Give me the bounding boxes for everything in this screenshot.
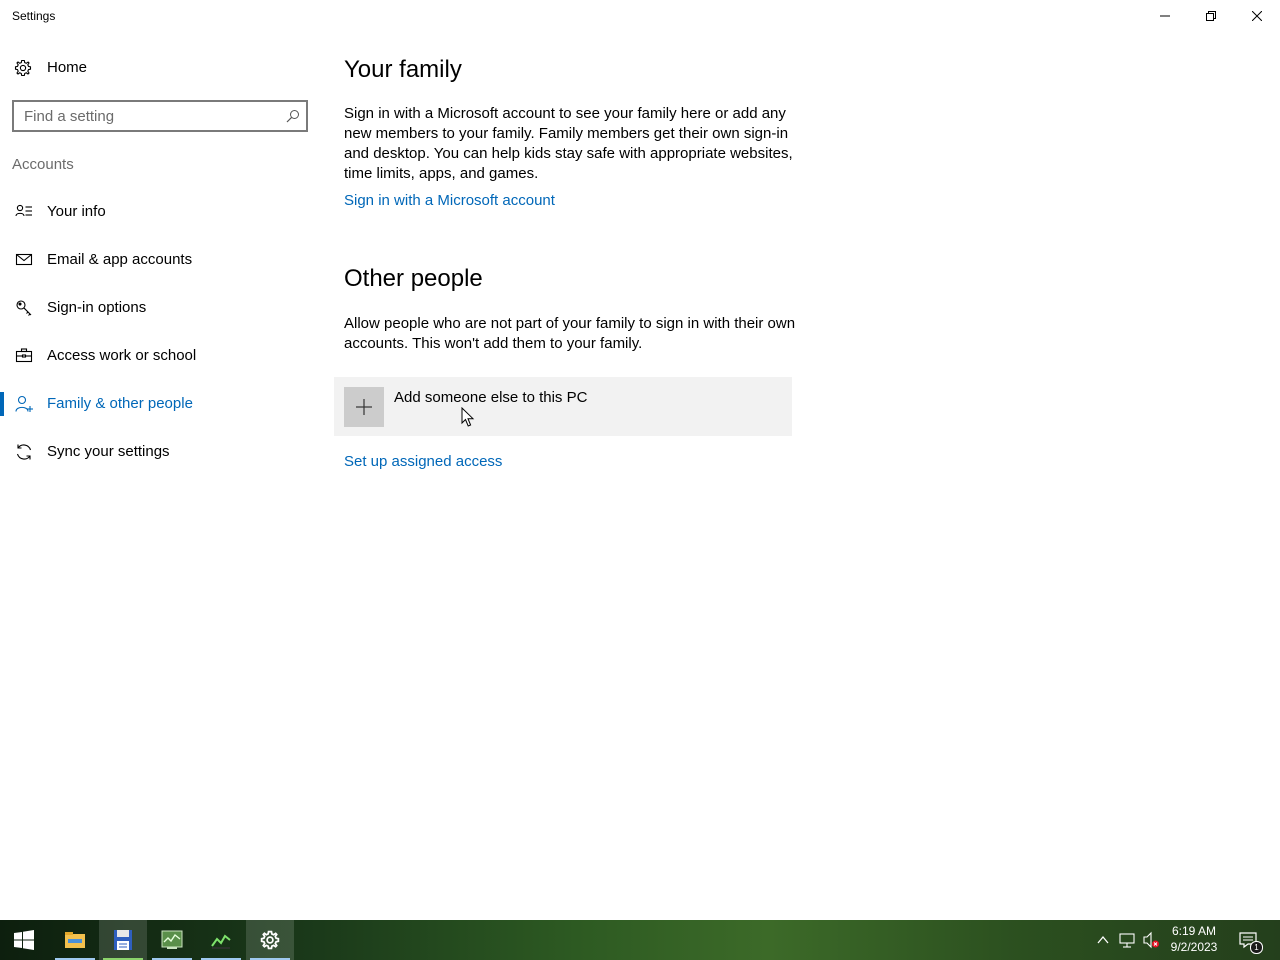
- restore-icon: [1206, 11, 1216, 21]
- gear-icon: [14, 59, 32, 77]
- other-people-title: Other people: [344, 265, 483, 292]
- your-family-title: Your family: [344, 56, 462, 83]
- sidebar-item-label: Sync your settings: [47, 443, 170, 460]
- search-box[interactable]: [12, 100, 308, 132]
- sidebar: Home Accounts Your info: [0, 32, 320, 920]
- window-title: Settings: [12, 9, 56, 23]
- clock-time: 6:19 AM: [1171, 924, 1217, 938]
- close-icon: [1252, 11, 1262, 21]
- notification-count-badge: 1: [1250, 941, 1263, 954]
- minimize-button[interactable]: [1142, 0, 1188, 32]
- set-up-assigned-access-link[interactable]: Set up assigned access: [344, 453, 502, 470]
- your-family-description: Sign in with a Microsoft account to see …: [344, 105, 793, 182]
- task-manager-icon: [161, 930, 183, 949]
- other-people-description: Allow people who are not part of your fa…: [344, 315, 796, 352]
- plus-icon: [356, 399, 372, 415]
- settings-window: Settings Home Find a setting Accounts Yo…: [0, 0, 1280, 920]
- chevron-up-icon[interactable]: [1094, 931, 1112, 949]
- network-icon[interactable]: [1118, 931, 1136, 949]
- selection-indicator: [0, 392, 4, 416]
- sync-icon: [16, 444, 32, 460]
- add-someone-button[interactable]: Add someone else to this PC: [334, 377, 792, 436]
- briefcase-icon: [15, 348, 33, 363]
- search-icon[interactable]: [286, 109, 300, 123]
- home-nav-item[interactable]: Home: [0, 52, 320, 84]
- start-icon: [14, 930, 34, 950]
- home-label: Home: [47, 59, 88, 76]
- close-button[interactable]: [1234, 0, 1280, 32]
- add-someone-label: Add someone else to this PC: [394, 389, 588, 406]
- taskbar-chart-app[interactable]: [197, 920, 245, 960]
- sign-in-microsoft-link[interactable]: Sign in with a Microsoft account: [344, 192, 555, 209]
- person-add-icon: [15, 395, 33, 412]
- taskbar-clock[interactable]: 6:19 AM 9/2/2023: [1164, 923, 1224, 955]
- sidebar-item-family-other-people[interactable]: Family & other people: [0, 384, 320, 424]
- sidebar-item-label: Your info: [47, 203, 106, 220]
- sidebar-item-label: Email & app accounts: [47, 251, 193, 268]
- sidebar-item-your-info[interactable]: Your info: [0, 192, 320, 232]
- volume-muted-icon[interactable]: [1142, 931, 1160, 949]
- taskbar-save-app[interactable]: [99, 920, 147, 960]
- sidebar-item-email-app-accounts[interactable]: Email & app accounts: [0, 240, 320, 280]
- key-icon: [16, 300, 32, 316]
- chart-app-icon: [211, 934, 231, 949]
- sidebar-item-access-work-school[interactable]: Access work or school: [0, 336, 320, 376]
- sidebar-item-sign-in-options[interactable]: Sign-in options: [0, 288, 320, 328]
- taskbar-task-manager[interactable]: [148, 920, 196, 960]
- file-explorer-icon: [65, 932, 85, 948]
- action-center-button[interactable]: 1: [1238, 930, 1263, 954]
- plus-tile: [344, 387, 384, 427]
- minimize-icon: [1160, 15, 1170, 17]
- title-bar: Settings: [0, 0, 1280, 32]
- taskbar-file-explorer[interactable]: [51, 920, 99, 960]
- save-disk-icon: [114, 930, 132, 950]
- taskbar-settings[interactable]: [246, 920, 294, 960]
- user-card-icon: [15, 204, 32, 217]
- restore-button[interactable]: [1188, 0, 1234, 32]
- settings-gear-icon: [260, 930, 280, 950]
- search-input[interactable]: [14, 102, 284, 130]
- mouse-pointer-icon: [461, 407, 475, 427]
- sidebar-item-label: Sign-in options: [47, 299, 147, 316]
- sidebar-item-label: Family & other people: [47, 395, 193, 412]
- accounts-section-label: Accounts: [12, 156, 74, 173]
- clock-date: 9/2/2023: [1170, 940, 1218, 954]
- start-button[interactable]: [0, 920, 48, 960]
- sidebar-item-label: Access work or school: [47, 347, 197, 364]
- mail-icon: [15, 253, 33, 266]
- taskbar: 6:19 AM 9/2/2023 1: [0, 920, 1280, 960]
- sidebar-item-sync-settings[interactable]: Sync your settings: [0, 432, 320, 472]
